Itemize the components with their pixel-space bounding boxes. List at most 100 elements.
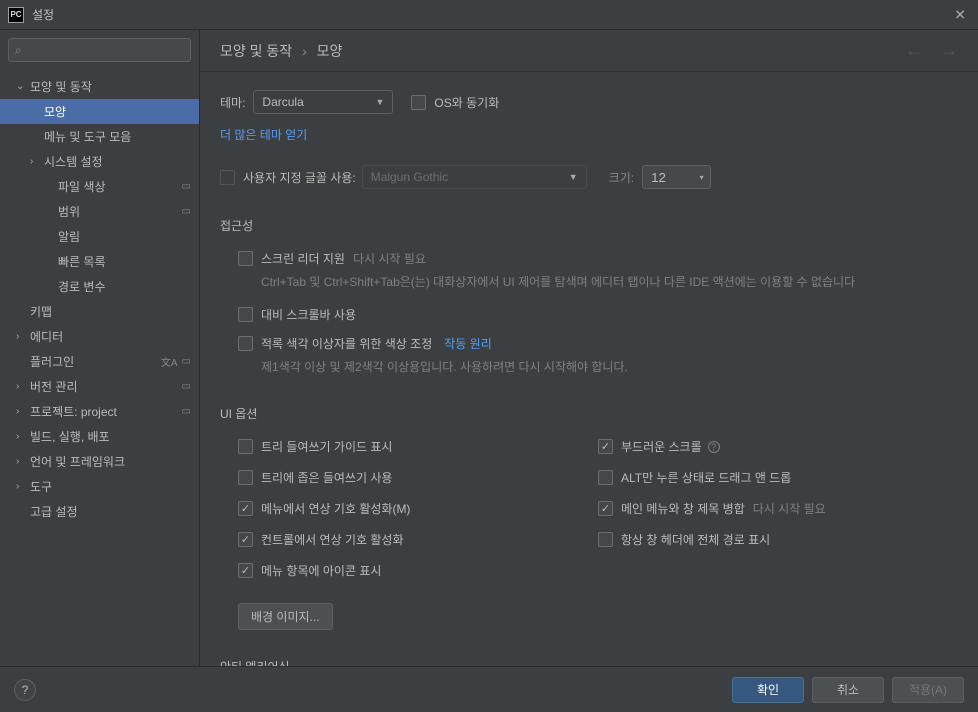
- ui-options-section: 트리 들여쓰기 가이드 표시트리에 좁은 들여쓰기 사용메뉴에서 연상 기호 활…: [220, 438, 958, 630]
- sidebar-item-label: 고급 설정: [30, 503, 191, 520]
- accessibility-title: 접근성: [220, 217, 958, 234]
- chevron-down-icon: ▼: [569, 172, 578, 182]
- chevron-down-icon: ▼: [376, 97, 385, 107]
- sync-os-label: OS와 동기화: [434, 94, 499, 111]
- sidebar-item[interactable]: ›빌드, 실행, 배포: [0, 424, 199, 449]
- contrast-scrollbar-row: 대비 스크롤바 사용: [238, 306, 958, 323]
- ui-option-row: 메인 메뉴와 창 제목 병합다시 시작 필요: [598, 500, 958, 517]
- sidebar-list: ⌄모양 및 동작모양메뉴 및 도구 모음›시스템 설정파일 색상▭범위▭알림빠른…: [0, 74, 199, 524]
- project-badge-icon: ▭: [182, 181, 191, 192]
- ui-option-row: 컨트롤에서 연상 기호 활성화: [238, 531, 598, 548]
- nav-back-icon[interactable]: ←: [905, 40, 923, 60]
- nav-forward-icon[interactable]: →: [940, 40, 958, 60]
- project-badge-icon: ▭: [182, 381, 191, 392]
- font-dropdown[interactable]: Malgun Gothic ▼: [362, 165, 587, 189]
- contrast-scrollbar-checkbox[interactable]: [238, 307, 253, 322]
- breadcrumb: 모양 및 동작 › 모양: [220, 41, 893, 61]
- theme-dropdown[interactable]: Darcula ▼: [253, 90, 393, 114]
- chevron-right-icon: ›: [16, 431, 30, 442]
- screen-reader-desc: Ctrl+Tab 및 Ctrl+Shift+Tab은(는) 대화상자에서 UI …: [261, 273, 958, 292]
- breadcrumb-separator: ›: [302, 43, 307, 59]
- sidebar-item-label: 언어 및 프레임워크: [30, 453, 191, 470]
- ui-option-checkbox[interactable]: [598, 439, 613, 454]
- ui-options-left-col: 트리 들여쓰기 가이드 표시트리에 좁은 들여쓰기 사용메뉴에서 연상 기호 활…: [238, 438, 598, 593]
- ui-option-checkbox[interactable]: [238, 532, 253, 547]
- sidebar-item-label: 메뉴 및 도구 모음: [44, 128, 191, 145]
- ui-option-row: 메뉴에서 연상 기호 활성화(M): [238, 500, 598, 517]
- apply-button[interactable]: 적용(A): [892, 677, 964, 703]
- sidebar-item-label: 프로젝트: project: [30, 403, 178, 420]
- chevron-right-icon: ›: [30, 156, 44, 167]
- ui-options-title: UI 옵션: [220, 405, 958, 422]
- font-size-input[interactable]: [642, 165, 694, 189]
- theme-label: 테마:: [220, 94, 245, 111]
- background-image-button[interactable]: 배경 이미지...: [238, 603, 333, 630]
- screen-reader-checkbox[interactable]: [238, 251, 253, 266]
- project-badge-icon: ▭: [182, 206, 191, 217]
- ui-option-checkbox[interactable]: [598, 501, 613, 516]
- ui-option-checkbox[interactable]: [238, 501, 253, 516]
- search-input[interactable]: [26, 43, 184, 57]
- ui-option-label: 트리 들여쓰기 가이드 표시: [261, 438, 392, 455]
- sidebar-item-label: 플러그인: [30, 353, 157, 370]
- sidebar-item[interactable]: 범위▭: [0, 199, 199, 224]
- ui-option-checkbox[interactable]: [238, 470, 253, 485]
- color-deficiency-desc: 제1색각 이상 및 제2색각 이상용입니다. 사용하려면 다시 시작해야 합니다…: [261, 358, 958, 377]
- sidebar-item[interactable]: 경로 변수: [0, 274, 199, 299]
- ok-button[interactable]: 확인: [732, 677, 804, 703]
- ui-option-label: 부드러운 스크롤: [621, 438, 702, 455]
- sidebar-item[interactable]: 메뉴 및 도구 모음: [0, 124, 199, 149]
- sidebar-item-label: 알림: [58, 228, 191, 245]
- ui-option-checkbox[interactable]: [238, 563, 253, 578]
- close-icon[interactable]: ✕: [954, 6, 966, 23]
- help-button[interactable]: ?: [14, 679, 36, 701]
- cancel-button[interactable]: 취소: [812, 677, 884, 703]
- sidebar-item[interactable]: 키맵: [0, 299, 199, 324]
- how-it-works-link[interactable]: 작동 원리: [444, 335, 492, 352]
- ui-option-label: 컨트롤에서 연상 기호 활성화: [261, 531, 403, 548]
- search-input-wrapper[interactable]: ⌕: [8, 38, 191, 62]
- breadcrumb-part: 모양 및 동작: [220, 43, 292, 59]
- ui-option-checkbox[interactable]: [598, 532, 613, 547]
- contrast-scrollbar-label: 대비 스크롤바 사용: [261, 306, 356, 323]
- custom-font-label: 사용자 지정 글꼴 사용:: [243, 169, 356, 186]
- sidebar-item[interactable]: 빠른 목록: [0, 249, 199, 274]
- sidebar-item-label: 모양: [44, 103, 191, 120]
- custom-font-checkbox[interactable]: [220, 170, 235, 185]
- titlebar: PC 설정 ✕: [0, 0, 978, 30]
- project-badge-icon: ▭: [182, 406, 191, 417]
- sidebar-item[interactable]: ›버전 관리▭: [0, 374, 199, 399]
- font-value: Malgun Gothic: [371, 170, 448, 184]
- ui-option-checkbox[interactable]: [238, 439, 253, 454]
- project-badge-icon: ▭: [182, 356, 191, 367]
- color-deficiency-checkbox[interactable]: [238, 336, 253, 351]
- ui-option-checkbox[interactable]: [598, 470, 613, 485]
- custom-font-row: 사용자 지정 글꼴 사용: Malgun Gothic ▼ 크기: ▾: [220, 165, 958, 189]
- color-deficiency-row: 적록 색각 이상자를 위한 색상 조정 작동 원리: [238, 335, 958, 352]
- sidebar-item[interactable]: ›프로젝트: project▭: [0, 399, 199, 424]
- sidebar-item-label: 빌드, 실행, 배포: [30, 428, 191, 445]
- font-size-spinner[interactable]: ▾: [693, 165, 711, 189]
- ui-option-row: 항상 창 헤더에 전체 경로 표시: [598, 531, 958, 548]
- content-panel: 모양 및 동작 › 모양 ← → 테마: Darcula ▼ OS와 동기화 더…: [200, 30, 978, 666]
- sidebar-item-label: 파일 색상: [58, 178, 178, 195]
- sidebar-item-label: 빠른 목록: [58, 253, 191, 270]
- accessibility-section: 스크린 리더 지원 다시 시작 필요 Ctrl+Tab 및 Ctrl+Shift…: [220, 250, 958, 377]
- sidebar-item[interactable]: 알림: [0, 224, 199, 249]
- chevron-right-icon: ›: [16, 331, 30, 342]
- sidebar-item[interactable]: ›시스템 설정: [0, 149, 199, 174]
- sidebar-item[interactable]: 플러그인文A▭: [0, 349, 199, 374]
- sidebar-item[interactable]: ›에디터: [0, 324, 199, 349]
- help-icon[interactable]: ?: [708, 441, 720, 453]
- sidebar-item[interactable]: 파일 색상 ▭: [0, 174, 199, 199]
- sidebar-item[interactable]: 고급 설정: [0, 499, 199, 524]
- sync-os-checkbox[interactable]: [411, 95, 426, 110]
- sidebar-item[interactable]: ›언어 및 프레임워크: [0, 449, 199, 474]
- chevron-right-icon: ›: [16, 456, 30, 467]
- theme-value: Darcula: [262, 95, 303, 109]
- sidebar-item[interactable]: ⌄모양 및 동작: [0, 74, 199, 99]
- sidebar-item[interactable]: 모양: [0, 99, 199, 124]
- sidebar-item[interactable]: ›도구: [0, 474, 199, 499]
- more-themes-link[interactable]: 더 많은 테마 얻기: [220, 126, 958, 143]
- footer: ? 확인 취소 적용(A): [0, 666, 978, 712]
